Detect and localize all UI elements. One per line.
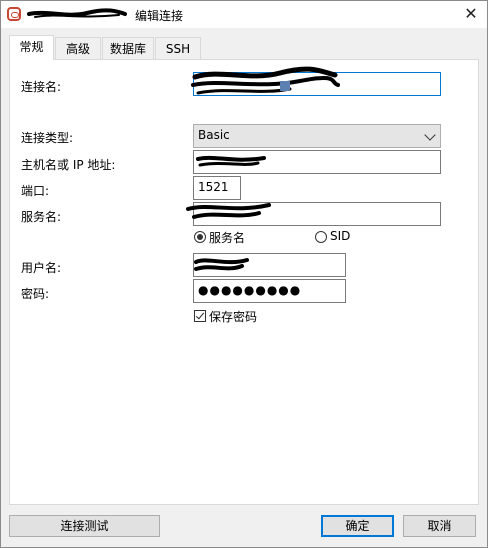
- redaction-scribble: [191, 66, 340, 95]
- username-field[interactable]: [193, 253, 346, 277]
- radio-sid[interactable]: [315, 231, 327, 243]
- tab-advanced[interactable]: 高级: [55, 37, 101, 59]
- service-name-label: 服务名:: [21, 210, 62, 224]
- connection-type-select[interactable]: Basic: [193, 124, 441, 148]
- chevron-down-icon: [424, 129, 436, 141]
- service-name-field[interactable]: [186, 202, 441, 226]
- title-bar: 编辑连接 ✕: [1, 1, 487, 28]
- test-connection-button[interactable]: 连接测试: [9, 515, 160, 537]
- tab-general[interactable]: 常规: [9, 35, 54, 60]
- dialog-window: 编辑连接 ✕ 常规 高级 数据库 SSH 连接名: 连接类型: Basic 主机…: [0, 0, 488, 548]
- redacted-title-scribble: [27, 8, 127, 18]
- host-label: 主机名或 IP 地址:: [21, 158, 116, 172]
- password-field[interactable]: ●●●●●●●●●: [193, 279, 346, 303]
- radio-service-name[interactable]: [194, 231, 206, 243]
- port-label: 端口:: [21, 184, 50, 198]
- save-password-label: 保存密码: [209, 310, 258, 324]
- host-field[interactable]: [193, 150, 441, 174]
- window-title: 编辑连接: [135, 9, 184, 23]
- password-label: 密码:: [21, 287, 50, 301]
- username-label: 用户名:: [21, 261, 62, 275]
- connection-name-field[interactable]: [191, 66, 441, 96]
- redaction-scribble: [194, 258, 249, 271]
- port-field[interactable]: 1521: [193, 176, 241, 200]
- oracle-db-icon: [7, 7, 21, 21]
- radio-sid-label: SID: [330, 229, 351, 243]
- tab-database[interactable]: 数据库: [102, 37, 154, 59]
- redaction-scribble: [196, 155, 266, 167]
- close-icon[interactable]: ✕: [455, 1, 487, 28]
- connection-type-value: Basic: [198, 128, 230, 142]
- redaction-scribble: [186, 203, 271, 219]
- tab-ssh[interactable]: SSH: [155, 37, 201, 59]
- save-password-checkbox[interactable]: [194, 310, 206, 322]
- connection-name-label: 连接名:: [21, 80, 62, 94]
- ok-button[interactable]: 确定: [321, 515, 394, 537]
- cancel-button[interactable]: 取消: [403, 515, 476, 537]
- radio-service-name-label: 服务名: [209, 231, 246, 245]
- connection-type-label: 连接类型:: [21, 131, 74, 145]
- general-tab-panel: 连接名: 连接类型: Basic 主机名或 IP 地址: 端口: 1521 服务…: [9, 59, 479, 505]
